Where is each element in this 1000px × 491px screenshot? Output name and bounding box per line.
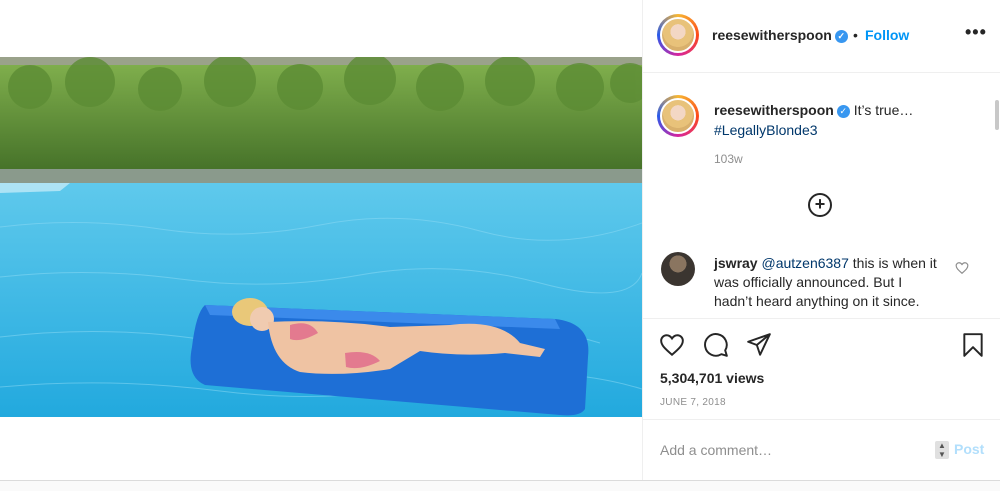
caption-timestamp[interactable]: 103w — [714, 152, 743, 166]
author-username[interactable]: reesewitherspoon ✓ — [712, 27, 848, 43]
chevron-updown-icon[interactable]: ▲ ▼ — [935, 441, 949, 459]
bookmark-icon[interactable] — [960, 332, 986, 358]
heart-icon[interactable] — [659, 332, 685, 358]
comment-item: jswray @autzen6387 this is when it was o… — [714, 254, 944, 311]
plus-circle-icon[interactable]: + — [808, 193, 832, 217]
post-container: reesewitherspoon ✓ • Follow ••• reesewith… — [0, 0, 1000, 481]
verified-badge-icon: ✓ — [834, 29, 848, 43]
add-comment-section: ▲▼ Post — [643, 419, 1000, 481]
header-separator: • — [853, 27, 858, 43]
follow-button[interactable]: Follow — [865, 27, 909, 43]
caption-verified-badge-icon: ✓ — [836, 104, 850, 118]
caption-body: It’s true… — [853, 102, 914, 118]
post-actions: 5,304,701 views JUNE 7, 2018 — [643, 318, 1000, 419]
view-count[interactable]: 5,304,701 views — [660, 370, 764, 386]
comment-username[interactable]: jswray — [714, 255, 758, 271]
author-username-text[interactable]: reesewitherspoon — [712, 27, 832, 43]
post-comment-button[interactable]: Post — [954, 441, 984, 457]
caption-username[interactable]: reesewitherspoon — [714, 102, 834, 118]
post-date[interactable]: JUNE 7, 2018 — [660, 397, 726, 408]
author-avatar[interactable] — [657, 14, 699, 56]
post-video[interactable] — [0, 57, 642, 417]
post-side-panel: reesewitherspoon ✓ • Follow ••• reesewith… — [643, 0, 1000, 480]
more-options-icon[interactable]: ••• — [965, 22, 987, 43]
comment-like-heart-icon[interactable] — [955, 261, 969, 275]
paper-plane-icon[interactable] — [746, 332, 772, 358]
comment-input[interactable] — [660, 440, 920, 460]
caption-avatar-image — [660, 98, 696, 134]
caption-avatar[interactable] — [657, 95, 699, 137]
caption-hashtag[interactable]: #LegallyBlonde3 — [714, 122, 818, 138]
media-area — [0, 0, 643, 480]
comment-icon[interactable] — [703, 332, 729, 358]
comments-scrollbar[interactable] — [995, 100, 999, 130]
comment-mention[interactable]: @autzen6387 — [761, 255, 848, 271]
commenter-avatar[interactable] — [661, 252, 695, 286]
post-header: reesewitherspoon ✓ • Follow ••• — [643, 0, 1000, 73]
pool-video-frame — [0, 57, 642, 417]
caption-text: reesewitherspoon ✓ It’s true… #LegallyBlo… — [714, 100, 984, 140]
author-avatar-image — [660, 17, 696, 53]
